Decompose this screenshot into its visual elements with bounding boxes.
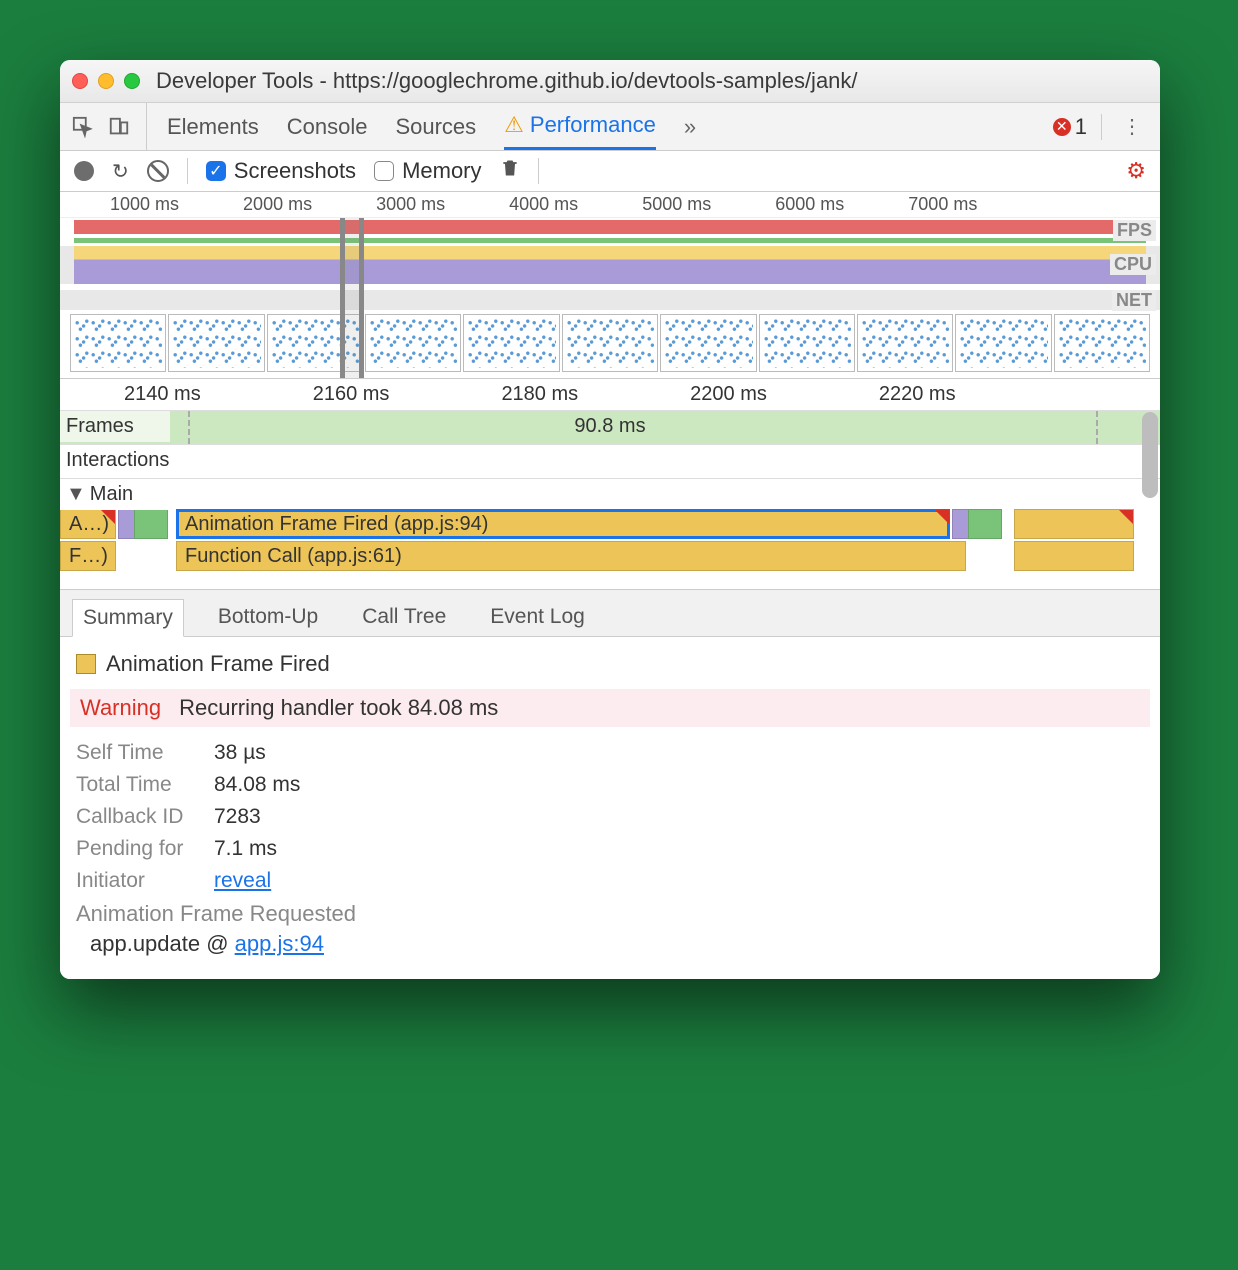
initiator-stack-title: Animation Frame Requested	[76, 897, 1144, 927]
net-chart	[60, 290, 1160, 310]
details-tabbar: Summary Bottom-Up Call Tree Event Log	[60, 589, 1160, 636]
tab-summary[interactable]: Summary	[72, 599, 184, 637]
tab-call-tree[interactable]: Call Tree	[352, 599, 456, 635]
screenshot-thumb[interactable]	[759, 314, 855, 372]
flame-event-animation-frame-fired[interactable]: Animation Frame Fired (app.js:94)	[176, 509, 950, 539]
devtools-window: Developer Tools - https://googlechrome.g…	[60, 60, 1160, 979]
frame-boundary	[188, 411, 190, 444]
tab-event-log[interactable]: Event Log	[480, 599, 595, 635]
tab-sources[interactable]: Sources	[395, 103, 476, 150]
interactions-track-header: Interactions	[60, 445, 170, 476]
device-toggle-icon[interactable]	[108, 116, 130, 138]
net-label: NET	[1112, 290, 1156, 311]
main-track[interactable]: ▼ Main A…) Animation Frame Fired (app.js…	[60, 478, 1160, 589]
fps-chart	[74, 220, 1146, 234]
fps-baseline	[74, 238, 1146, 243]
event-title: Animation Frame Fired	[76, 651, 1144, 677]
flame-event[interactable]	[1014, 541, 1134, 571]
self-time-row: Self Time38 µs	[76, 737, 1144, 769]
warning-label: Warning	[74, 695, 161, 721]
checkbox-unchecked-icon	[374, 161, 394, 181]
tab-elements[interactable]: Elements	[167, 103, 259, 150]
error-count-badge[interactable]: ✕ 1	[1053, 114, 1087, 140]
capture-settings-button[interactable]: ⚙	[1126, 158, 1146, 184]
summary-panel: Animation Frame Fired Warning Recurring …	[60, 636, 1160, 979]
flame-event[interactable]	[968, 509, 1002, 539]
warning-row: Warning Recurring handler took 84.08 ms	[70, 689, 1150, 727]
flame-event-truncated[interactable]: A…)	[60, 509, 116, 539]
flame-event[interactable]	[1014, 509, 1134, 539]
long-task-warning-icon	[935, 510, 949, 524]
more-menu-button[interactable]: ⋮	[1116, 114, 1148, 139]
collapse-icon: ▼	[66, 483, 86, 506]
separator	[538, 158, 539, 184]
stack-frame: app.update @ app.js:94	[76, 927, 1144, 957]
reload-record-button[interactable]: ↻	[112, 159, 129, 184]
tab-performance[interactable]: ⚠ Performance	[504, 103, 656, 150]
long-task-warning-icon	[101, 510, 115, 524]
warning-icon: ⚠	[504, 112, 524, 138]
screenshot-thumb[interactable]	[660, 314, 756, 372]
timeline-overview[interactable]: 1000 ms 2000 ms 3000 ms 4000 ms 5000 ms …	[60, 192, 1160, 378]
overview-ruler: 1000 ms 2000 ms 3000 ms 4000 ms 5000 ms …	[60, 192, 1160, 218]
screenshot-thumb[interactable]	[365, 314, 461, 372]
main-track-header[interactable]: ▼ Main	[60, 479, 170, 510]
minimize-window-button[interactable]	[98, 73, 114, 89]
maximize-window-button[interactable]	[124, 73, 140, 89]
traffic-lights	[72, 73, 140, 89]
screenshot-thumb[interactable]	[857, 314, 953, 372]
screenshot-thumb[interactable]	[463, 314, 559, 372]
performance-toolbar: ↻ ✓ Screenshots Memory ⚙	[60, 151, 1160, 192]
flame-event-function-call[interactable]: Function Call (app.js:61)	[176, 541, 966, 571]
tabs-overflow-button[interactable]: »	[684, 103, 696, 150]
flame-event-truncated[interactable]: F…)	[60, 541, 116, 571]
frame-duration: 90.8 ms	[574, 415, 645, 438]
tab-console[interactable]: Console	[287, 103, 368, 150]
flame-event[interactable]	[134, 509, 168, 539]
window-title: Developer Tools - https://googlechrome.g…	[156, 68, 858, 94]
initiator-reveal-link[interactable]: reveal	[214, 869, 271, 893]
vertical-scrollbar[interactable]	[1142, 412, 1158, 498]
error-icon: ✕	[1053, 118, 1071, 136]
event-color-swatch	[76, 654, 96, 674]
pending-for-row: Pending for7.1 ms	[76, 833, 1144, 865]
main-tabbar: Elements Console Sources ⚠ Performance »…	[60, 103, 1160, 151]
warning-text: Recurring handler took 84.08 ms	[179, 695, 498, 721]
source-link[interactable]: app.js:94	[235, 931, 324, 956]
cpu-label: CPU	[1110, 254, 1156, 275]
clear-button[interactable]	[147, 160, 169, 182]
separator	[187, 158, 188, 184]
titlebar: Developer Tools - https://googlechrome.g…	[60, 60, 1160, 103]
memory-checkbox[interactable]: Memory	[374, 158, 481, 184]
screenshot-thumb[interactable]	[70, 314, 166, 372]
inspect-element-icon[interactable]	[72, 116, 94, 138]
checkbox-checked-icon: ✓	[206, 161, 226, 181]
record-button[interactable]	[74, 161, 94, 181]
tab-bottom-up[interactable]: Bottom-Up	[208, 599, 328, 635]
screenshot-thumb[interactable]	[955, 314, 1051, 372]
fps-label: FPS	[1113, 220, 1156, 241]
screenshots-filmstrip	[70, 314, 1150, 372]
frames-track[interactable]: Frames 90.8 ms	[60, 410, 1160, 444]
overview-selection-window[interactable]	[340, 218, 364, 378]
screenshots-checkbox[interactable]: ✓ Screenshots	[206, 158, 356, 184]
screenshot-thumb[interactable]	[1054, 314, 1150, 372]
cpu-chart	[74, 246, 1146, 284]
callback-id-row: Callback ID7283	[76, 801, 1144, 833]
overview-body[interactable]: FPS CPU NET	[60, 218, 1160, 378]
close-window-button[interactable]	[72, 73, 88, 89]
total-time-row: Total Time84.08 ms	[76, 769, 1144, 801]
frame-boundary	[1096, 411, 1098, 444]
garbage-collect-button[interactable]	[500, 157, 520, 185]
interactions-track[interactable]: Interactions	[60, 444, 1160, 478]
long-task-warning-icon	[1119, 510, 1133, 524]
flame-chart[interactable]: 2140 ms 2160 ms 2180 ms 2200 ms 2220 ms …	[60, 378, 1160, 589]
screenshot-thumb[interactable]	[168, 314, 264, 372]
frames-track-header: Frames	[60, 411, 170, 442]
initiator-row: Initiator reveal	[76, 865, 1144, 897]
flame-ruler: 2140 ms 2160 ms 2180 ms 2200 ms 2220 ms	[60, 378, 1160, 410]
screenshot-thumb[interactable]	[562, 314, 658, 372]
